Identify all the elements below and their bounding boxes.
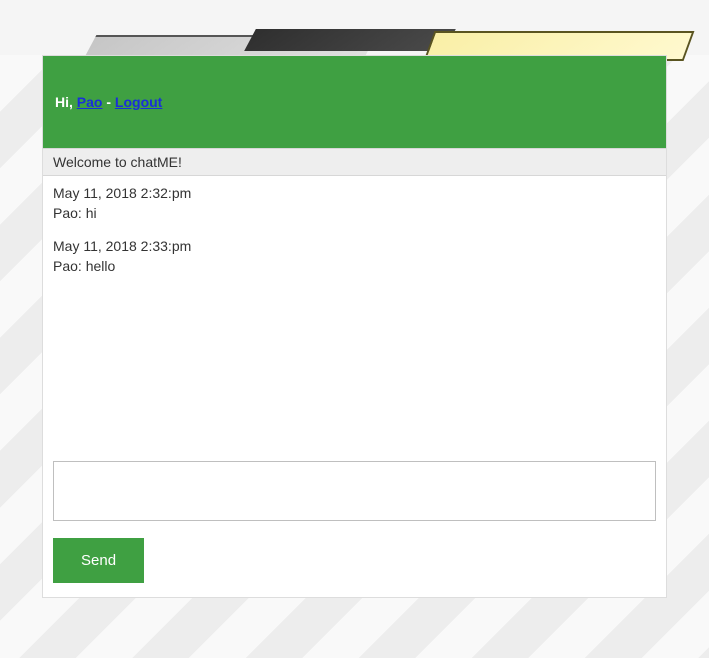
send-button[interactable]: Send xyxy=(53,538,144,583)
chat-log[interactable]: May 11, 2018 2:32:pmPao: hiMay 11, 2018 … xyxy=(43,176,666,451)
greeting-line: Hi, Pao - Logout xyxy=(55,94,162,110)
message-timestamp: May 11, 2018 2:32:pm xyxy=(53,184,646,204)
message-timestamp: May 11, 2018 2:33:pm xyxy=(53,237,646,257)
panel-header: Hi, Pao - Logout xyxy=(43,56,666,148)
chat-message: May 11, 2018 2:32:pmPao: hi xyxy=(53,184,646,223)
separator-text: - xyxy=(102,94,114,110)
button-area: Send xyxy=(43,526,666,597)
logout-link[interactable]: Logout xyxy=(115,94,162,110)
username-link[interactable]: Pao xyxy=(77,94,103,110)
chat-panel: Hi, Pao - Logout Welcome to chatME! May … xyxy=(42,55,667,598)
input-area xyxy=(43,451,666,526)
message-input[interactable] xyxy=(53,461,656,521)
message-body: Pao: hello xyxy=(53,257,646,277)
message-body: Pao: hi xyxy=(53,204,646,224)
chat-message: May 11, 2018 2:33:pmPao: hello xyxy=(53,237,646,276)
greeting-prefix: Hi, xyxy=(55,94,77,110)
welcome-bar: Welcome to chatME! xyxy=(43,148,666,176)
